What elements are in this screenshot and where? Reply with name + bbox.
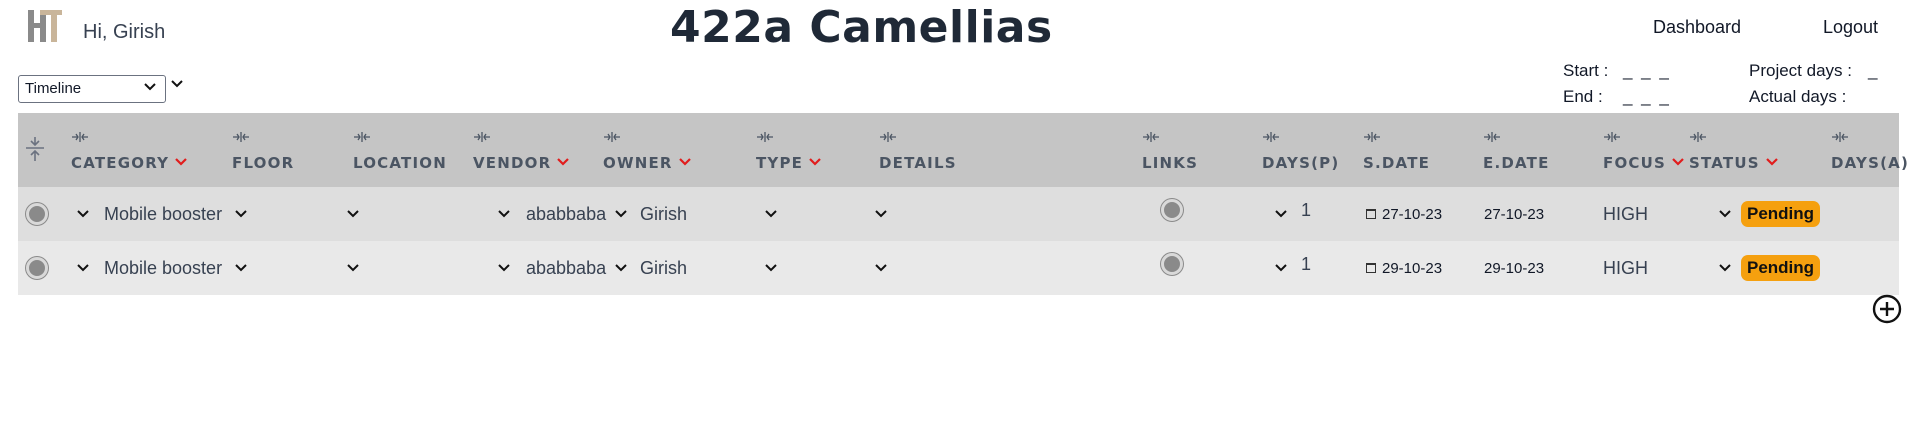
- owner-value[interactable]: Girish: [640, 241, 687, 295]
- type-dropdown-icon[interactable]: [764, 207, 778, 221]
- floor-dropdown-icon[interactable]: [234, 261, 248, 275]
- table-header: CATEGORY FLOOR LOCATION VENDOR OWNER TYP…: [18, 113, 1908, 187]
- days-dropdown-icon[interactable]: [1274, 261, 1288, 275]
- focus-value[interactable]: HIGH: [1603, 241, 1648, 295]
- sort-chevron-icon[interactable]: [678, 158, 691, 166]
- column-label: TYPE: [756, 154, 804, 172]
- end-value: _ _ _: [1623, 87, 1671, 106]
- vendor-value[interactable]: ababbaba: [526, 187, 606, 241]
- column-resize-icon[interactable]: [1262, 131, 1280, 143]
- status-dropdown-icon[interactable]: [1718, 207, 1732, 221]
- column-label: OWNER: [603, 154, 673, 172]
- end-label: End :: [1563, 87, 1603, 106]
- e-date-value: 27-10-23: [1484, 205, 1545, 223]
- column-resize-icon[interactable]: [353, 131, 371, 143]
- calendar-icon[interactable]: [1366, 209, 1376, 219]
- view-select-value: Timeline: [25, 80, 82, 97]
- tasks-table: CATEGORY FLOOR LOCATION VENDOR OWNER TYP…: [18, 113, 1908, 295]
- column-label: FLOOR: [232, 154, 295, 172]
- column-label: LOCATION: [353, 154, 447, 172]
- focus-value[interactable]: HIGH: [1603, 187, 1648, 241]
- column-label: DAYS(P): [1262, 154, 1340, 172]
- owner-dropdown-icon[interactable]: [614, 207, 628, 221]
- sort-chevron-icon[interactable]: [1672, 158, 1684, 166]
- chevron-down-icon: [144, 83, 156, 91]
- column-label: STATUS: [1689, 154, 1760, 172]
- vendor-dropdown-icon[interactable]: [497, 261, 511, 275]
- column-label: VENDOR: [473, 154, 552, 172]
- s-date-value[interactable]: 27-10-23: [1382, 206, 1442, 223]
- column-label: E.DATE: [1483, 154, 1550, 172]
- details-dropdown-icon[interactable]: [874, 207, 888, 221]
- logout-link[interactable]: Logout: [1823, 17, 1878, 38]
- floor-dropdown-icon[interactable]: [234, 207, 248, 221]
- vendor-dropdown-icon[interactable]: [497, 207, 511, 221]
- calendar-icon[interactable]: [1366, 263, 1376, 273]
- column-resize-icon[interactable]: [756, 131, 774, 143]
- days-dropdown-icon[interactable]: [1274, 207, 1288, 221]
- owner-dropdown-icon[interactable]: [614, 261, 628, 275]
- table-row[interactable]: Mobile booster ababbaba Girish 1 29-10-2…: [18, 241, 1899, 295]
- sort-chevron-icon[interactable]: [175, 158, 187, 166]
- collapse-rows-icon[interactable]: [24, 135, 46, 165]
- vendor-value[interactable]: ababbaba: [526, 241, 606, 295]
- column-resize-icon[interactable]: [603, 131, 621, 143]
- column-label: CATEGORY: [71, 154, 170, 172]
- links-radio[interactable]: [1161, 199, 1183, 221]
- app-logo: [28, 10, 62, 42]
- column-resize-icon[interactable]: [1689, 131, 1707, 143]
- status-dropdown-icon[interactable]: [1718, 261, 1732, 275]
- column-resize-icon[interactable]: [1363, 131, 1381, 143]
- column-resize-icon[interactable]: [1142, 131, 1160, 143]
- days-p-value[interactable]: 1: [1301, 187, 1311, 241]
- e-date-value: 29-10-23: [1484, 259, 1545, 277]
- greeting: Hi, Girish: [83, 21, 166, 43]
- start-label: Start :: [1563, 61, 1609, 80]
- s-date-value[interactable]: 29-10-23: [1382, 260, 1442, 277]
- column-resize-icon[interactable]: [71, 131, 89, 143]
- dashboard-link[interactable]: Dashboard: [1653, 17, 1741, 38]
- column-resize-icon[interactable]: [1603, 131, 1621, 143]
- sort-chevron-icon[interactable]: [557, 158, 570, 166]
- actual-days-label: Actual days :: [1749, 87, 1847, 106]
- category-value[interactable]: Mobile booster: [104, 241, 222, 295]
- chevron-down-icon[interactable]: [76, 207, 90, 221]
- sort-chevron-icon[interactable]: [809, 158, 821, 166]
- table-row[interactable]: Mobile booster ababbaba Girish 1 27-10-2…: [18, 187, 1899, 241]
- project-days-label: Project days :: [1749, 61, 1852, 80]
- status-badge[interactable]: Pending: [1741, 255, 1821, 281]
- column-label: LINKS: [1142, 154, 1199, 172]
- plus-circle-icon[interactable]: [1872, 294, 1902, 324]
- chevron-down-icon[interactable]: [170, 77, 184, 91]
- column-label: DETAILS: [879, 154, 957, 172]
- view-select[interactable]: Timeline: [18, 75, 166, 103]
- location-dropdown-icon[interactable]: [346, 207, 360, 221]
- start-value: _ _ _: [1623, 61, 1671, 80]
- links-radio[interactable]: [1161, 253, 1183, 275]
- details-dropdown-icon[interactable]: [874, 261, 888, 275]
- row-select-radio[interactable]: [26, 203, 48, 225]
- column-resize-icon[interactable]: [1831, 131, 1849, 143]
- column-resize-icon[interactable]: [879, 131, 897, 143]
- days-p-value[interactable]: 1: [1301, 241, 1311, 295]
- page-title: 422a Camellias: [670, 2, 1053, 53]
- chevron-down-icon[interactable]: [76, 261, 90, 275]
- status-badge[interactable]: Pending: [1741, 201, 1821, 227]
- location-dropdown-icon[interactable]: [346, 261, 360, 275]
- project-days-value: _: [1868, 61, 1878, 80]
- sort-chevron-icon[interactable]: [1765, 158, 1778, 166]
- column-resize-icon[interactable]: [232, 131, 250, 143]
- column-label: DAYS(A): [1831, 154, 1910, 172]
- column-label: FOCUS: [1603, 154, 1666, 172]
- row-select-radio[interactable]: [26, 257, 48, 279]
- type-dropdown-icon[interactable]: [764, 261, 778, 275]
- column-resize-icon[interactable]: [473, 131, 491, 143]
- category-value[interactable]: Mobile booster: [104, 187, 222, 241]
- column-resize-icon[interactable]: [1483, 131, 1501, 143]
- owner-value[interactable]: Girish: [640, 187, 687, 241]
- column-label: S.DATE: [1363, 154, 1431, 172]
